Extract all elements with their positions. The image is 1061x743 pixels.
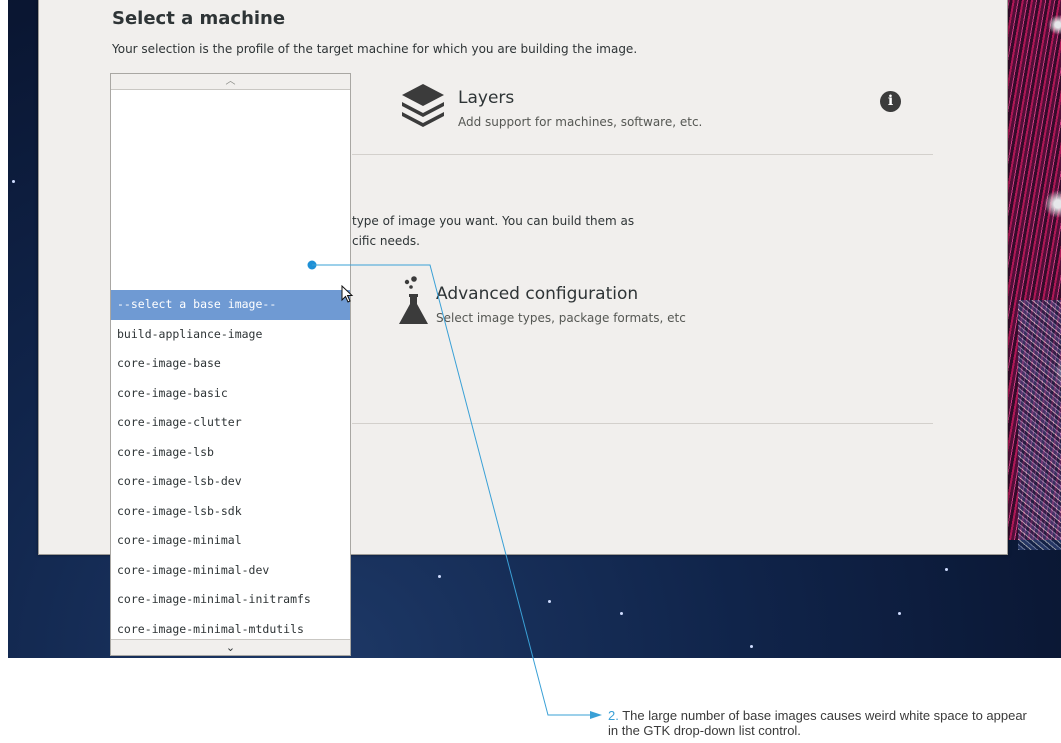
scroll-down-arrow-icon[interactable]: ⌄: [111, 639, 350, 655]
list-item[interactable]: core-image-basic: [111, 379, 350, 409]
layers-icon[interactable]: [400, 82, 446, 128]
annotation-number: 2.: [608, 708, 619, 723]
base-image-list: --select a base image-- build-appliance-…: [111, 290, 350, 644]
base-image-description-line2: cific needs.: [352, 234, 420, 248]
mouse-cursor-icon: [341, 285, 354, 303]
page-title: Select a machine: [112, 8, 286, 29]
list-item[interactable]: core-image-minimal-initramfs: [111, 585, 350, 615]
flask-icon[interactable]: [398, 276, 430, 326]
annotation-text: The large number of base images causes w…: [608, 708, 1027, 738]
base-image-dropdown-popup[interactable]: ︿ --select a base image-- build-applianc…: [110, 73, 351, 656]
list-item[interactable]: core-image-base: [111, 349, 350, 379]
wallpaper-star: [12, 180, 15, 183]
list-item[interactable]: core-image-minimal: [111, 526, 350, 556]
wallpaper-star: [548, 600, 551, 603]
info-icon[interactable]: i: [880, 91, 901, 112]
list-item[interactable]: core-image-minimal-dev: [111, 556, 350, 586]
wallpaper-sparkle: [1018, 300, 1061, 550]
advanced-configuration-label[interactable]: Advanced configuration: [436, 284, 638, 304]
list-item[interactable]: core-image-lsb-dev: [111, 467, 350, 497]
base-image-description-line1: type of image you want. You can build th…: [352, 214, 635, 228]
page-subtitle: Your selection is the profile of the tar…: [112, 42, 638, 56]
wallpaper-star: [620, 612, 623, 615]
wallpaper-star: [898, 612, 901, 615]
wallpaper-star: [945, 568, 948, 571]
layers-button-label[interactable]: Layers: [458, 88, 514, 108]
wallpaper-star: [438, 575, 441, 578]
list-item[interactable]: --select a base image--: [111, 290, 350, 320]
list-item[interactable]: core-image-lsb-sdk: [111, 497, 350, 527]
wallpaper-star: [750, 645, 753, 648]
section-divider: [352, 423, 933, 424]
advanced-configuration-description: Select image types, package formats, etc: [436, 311, 686, 325]
scroll-up-arrow-icon[interactable]: ︿: [111, 74, 350, 90]
section-divider: [352, 154, 933, 155]
annotation-note: 2. The large number of base images cause…: [608, 708, 1028, 738]
list-item[interactable]: core-image-lsb: [111, 438, 350, 468]
list-item[interactable]: build-appliance-image: [111, 320, 350, 350]
list-item[interactable]: core-image-clutter: [111, 408, 350, 438]
layers-description: Add support for machines, software, etc.: [458, 115, 703, 129]
